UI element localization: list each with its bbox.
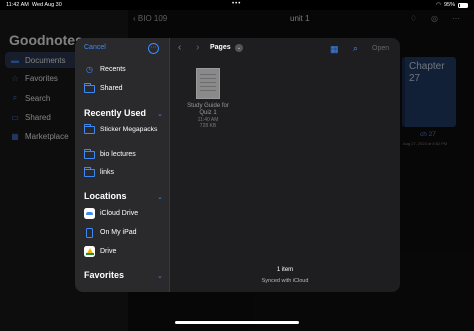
notebook-cover[interactable]: Chapter 27	[402, 57, 456, 127]
picker-sidebar: Cancel ⋯ ◷ Recents Shared Recently Used …	[75, 38, 170, 292]
folder-title: unit 1	[290, 14, 310, 23]
cancel-button[interactable]: Cancel	[84, 44, 106, 51]
search-icon: ⌕	[12, 93, 18, 102]
folder-item[interactable]: bio lectures	[84, 149, 166, 159]
checkmark-icon[interactable]: ◎	[431, 14, 438, 23]
location-title[interactable]: Pages	[210, 44, 231, 51]
bell-icon[interactable]: ♢	[410, 14, 417, 23]
file-thumbnail	[196, 68, 220, 99]
file-name: Study Guide for Quiz 1	[187, 103, 229, 116]
folder-icon	[84, 124, 95, 134]
app-toolbar: ♢ ◎ ⋯	[410, 14, 460, 23]
chevron-down-icon[interactable]: ⌄	[157, 193, 163, 201]
location-icloud-drive[interactable]: iCloud Drive	[84, 208, 166, 219]
section-locations: Locations	[84, 191, 127, 201]
home-indicator[interactable]	[175, 321, 299, 324]
chevron-down-icon[interactable]: ⌄	[235, 44, 243, 52]
folder-icon: ▬	[11, 55, 19, 65]
clock-icon: ◷	[86, 65, 93, 74]
section-favorites: Favorites	[84, 270, 125, 280]
forward-icon[interactable]: ›	[196, 42, 199, 53]
sidebar-item-shared[interactable]: Shared	[84, 83, 166, 93]
chevron-down-icon[interactable]: ⌄	[157, 110, 163, 118]
marketplace-icon: ▦	[11, 131, 19, 141]
folder-icon	[84, 149, 95, 159]
app-title: Goodnotes	[9, 32, 83, 48]
location-drive[interactable]: Drive	[84, 246, 166, 257]
picker-toolbar: ‹ › Pages ⌄ ▦ ⌕ Open	[170, 38, 400, 60]
icloud-icon	[84, 208, 95, 219]
open-button[interactable]: Open	[372, 45, 389, 52]
notebook-date: Aug 27, 2023 at 8:52 PM	[403, 141, 448, 146]
shared-folder-icon	[84, 83, 95, 93]
google-drive-icon	[84, 246, 95, 257]
grid-view-icon[interactable]: ▦	[330, 44, 339, 55]
item-count: 1 item	[276, 267, 294, 273]
chevron-down-icon[interactable]: ⌄	[157, 272, 163, 280]
sidebar-item-recents[interactable]: ◷ Recents	[84, 65, 166, 74]
search-icon[interactable]: ⌕	[353, 43, 358, 54]
breadcrumb[interactable]: ‹ BIO 109	[133, 14, 167, 23]
folder-item[interactable]: Sticker Megapacks	[84, 124, 166, 134]
notebook-caption: ch 27	[420, 131, 436, 138]
back-icon[interactable]: ‹	[178, 42, 181, 53]
sync-status: Synced with iCloud	[261, 278, 309, 284]
location-on-my-ipad[interactable]: On My iPad	[84, 227, 166, 238]
ipad-icon	[84, 227, 95, 238]
file-picker-dialog: Cancel ⋯ ◷ Recents Shared Recently Used …	[75, 38, 400, 292]
folder-icon	[84, 167, 95, 177]
file-item[interactable]: Study Guide for Quiz 1 11:40 AM 728 KB	[185, 68, 231, 129]
shared-icon: ▭	[11, 112, 19, 122]
picker-content: ‹ › Pages ⌄ ▦ ⌕ Open Study Guide for Qui…	[170, 38, 400, 292]
more-icon[interactable]: ⋯	[452, 14, 460, 23]
folder-item[interactable]: links	[84, 167, 166, 177]
more-options-icon[interactable]: ⋯	[148, 43, 159, 54]
star-icon: ☆	[11, 73, 19, 83]
section-recently-used: Recently Used	[84, 108, 147, 118]
file-size: 728 KB	[199, 123, 217, 129]
